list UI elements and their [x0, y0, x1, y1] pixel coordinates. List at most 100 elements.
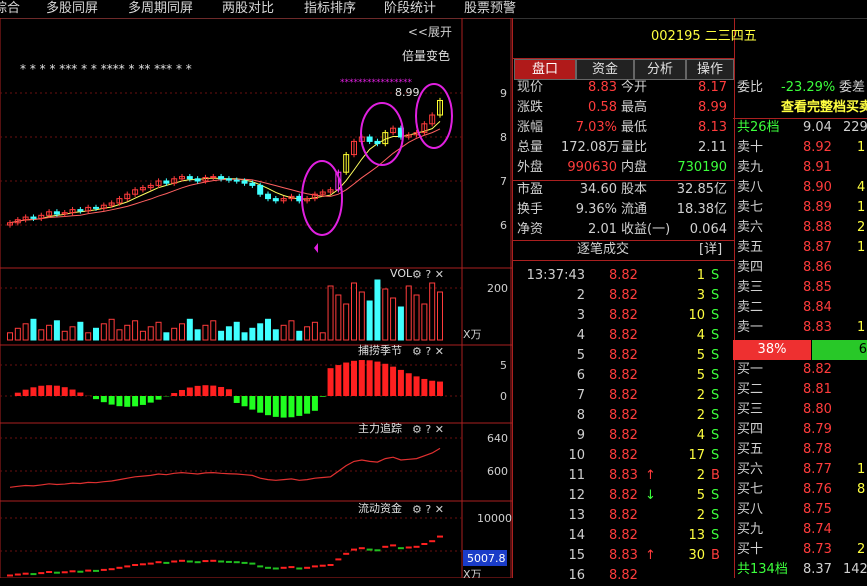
ind3-dot — [335, 558, 341, 560]
ind1-bar — [116, 396, 122, 406]
sell-level-vol: 1 — [857, 238, 865, 258]
quote-label: 涨幅 — [517, 118, 543, 138]
volume-bar — [203, 325, 208, 340]
settings-icon[interactable]: ⚙ ? ✕ — [412, 268, 444, 281]
tick-detail-link[interactable]: [详] — [699, 240, 722, 260]
ind1-bar — [15, 393, 21, 396]
ind1-bar — [343, 363, 349, 396]
ind1-bar — [328, 368, 334, 396]
tick-time: 6 — [513, 366, 585, 386]
ind3-dot — [374, 549, 380, 551]
ind3-value: 5007.8 — [467, 552, 506, 565]
tick-price: 8.82 — [609, 346, 638, 366]
toolbar-item-compare[interactable]: 两股对比 — [222, 0, 274, 16]
tick-time: 16 — [513, 566, 585, 586]
settings-icon[interactable]: ⚙ ? ✕ — [412, 345, 444, 358]
candle-body — [31, 217, 36, 218]
ind2-line — [10, 448, 440, 487]
ind3-dot — [242, 562, 248, 564]
ind1-bar — [249, 396, 255, 410]
volume-bar — [234, 322, 239, 340]
expand-toggle[interactable]: <<展开 — [408, 25, 452, 39]
ind3-dot — [382, 546, 388, 548]
buy-level-price: 8.78 — [803, 440, 832, 460]
tick-side: S — [711, 506, 719, 526]
tab-analysis[interactable]: 分析 — [634, 59, 686, 80]
sell-level-label: 卖七 — [737, 198, 763, 218]
sell-level-price: 8.85 — [803, 278, 832, 298]
pattern-marks: **************** — [340, 78, 413, 88]
ind3-dot — [116, 567, 122, 569]
tick-price: 8.83 — [609, 466, 638, 486]
volume-bar — [70, 327, 75, 340]
ind1-bar — [77, 393, 83, 396]
tick-volume: 2 — [673, 386, 705, 406]
volume-bars — [8, 280, 443, 340]
tick-volume: 4 — [673, 426, 705, 446]
volume-bar — [336, 295, 341, 340]
tab-operate[interactable]: 操作 — [686, 59, 734, 80]
tick-side: S — [711, 346, 719, 366]
ind3-dot — [54, 572, 60, 574]
pattern-arrow-icon — [314, 243, 318, 253]
tick-time: 5 — [513, 346, 585, 366]
buy-level-price: 8.76 — [803, 480, 832, 500]
toolbar-item-multi-stock[interactable]: 多股同屏 — [46, 0, 98, 16]
tick-volume: 2 — [673, 406, 705, 426]
ind1-bar — [23, 390, 29, 396]
ind3-dot — [288, 566, 294, 568]
sell-level-label: 卖五 — [737, 238, 763, 258]
quote-value: 32.85亿 — [663, 180, 727, 200]
tick-side: S — [711, 286, 719, 306]
tick-time: 12 — [513, 486, 585, 506]
full-book-link[interactable]: 查看完整档买卖 — [781, 98, 867, 118]
volume-bar — [281, 325, 286, 340]
candle-body — [367, 137, 372, 141]
volume-bar — [15, 328, 20, 340]
toolbar-item-overview[interactable]: 综合 — [0, 0, 20, 16]
tick-price: 8.82 — [609, 306, 638, 326]
order-book: 委比 -23.29% 委差 查看完整档买卖 共26档 9.04 229 卖十8.… — [733, 18, 867, 578]
volume-bar — [62, 331, 67, 340]
volume-bar — [266, 319, 271, 340]
ind3-dot — [265, 567, 271, 569]
toolbar-item-alert[interactable]: 股票预警 — [464, 0, 516, 16]
ind3-dot — [234, 561, 240, 563]
candle-body — [375, 141, 380, 143]
stock-code-text: 002195 — [651, 29, 701, 44]
tab-funds[interactable]: 资金 — [576, 59, 634, 80]
tick-side: S — [711, 426, 719, 446]
tick-time: 2 — [513, 286, 585, 306]
buy-level-label: 买三 — [737, 400, 763, 420]
kline-chart-svg[interactable]: <<展开 倍量变色 * * * * *** * * **** * ** *** … — [0, 18, 512, 578]
sell-level-price: 8.90 — [803, 178, 832, 198]
settings-icon[interactable]: ⚙ ? ✕ — [412, 503, 444, 516]
ind1-bar — [406, 373, 412, 396]
settings-icon[interactable]: ⚙ ? ✕ — [412, 423, 444, 436]
ind3-dot — [23, 573, 29, 575]
ind3-unit: X万 — [463, 568, 482, 578]
tick-price: 8.82 — [609, 426, 638, 446]
ind3-dot — [281, 567, 287, 569]
quote-value: 2.11 — [663, 138, 727, 158]
volume-bar — [430, 283, 435, 340]
volume-bar — [164, 333, 169, 340]
volume-bar — [78, 322, 83, 340]
buy-level-price: 8.77 — [803, 460, 832, 480]
ind2-axis-tick: 600 — [487, 465, 508, 478]
volume-bar — [297, 331, 302, 340]
buy-level-price: 8.79 — [803, 420, 832, 440]
toolbar-item-indicator-sort[interactable]: 指标排序 — [304, 0, 356, 16]
tab-pankou[interactable]: 盘口 — [514, 59, 576, 80]
quote-value: 0.58 — [561, 98, 617, 118]
ind3-dot — [85, 570, 91, 572]
volume-bar — [289, 321, 294, 340]
buy-total-vol: 142 — [843, 560, 867, 580]
kline-chart-area[interactable]: <<展开 倍量变色 * * * * *** * * **** * ** *** … — [0, 18, 512, 578]
toolbar-item-stage-stats[interactable]: 阶段统计 — [384, 0, 436, 16]
toolbar-item-multi-period[interactable]: 多周期同屏 — [128, 0, 193, 16]
ind3-dot — [437, 536, 443, 538]
tick-volume: 5 — [673, 366, 705, 386]
ind1-bar — [288, 396, 294, 417]
sell-level-price: 8.88 — [803, 218, 832, 238]
